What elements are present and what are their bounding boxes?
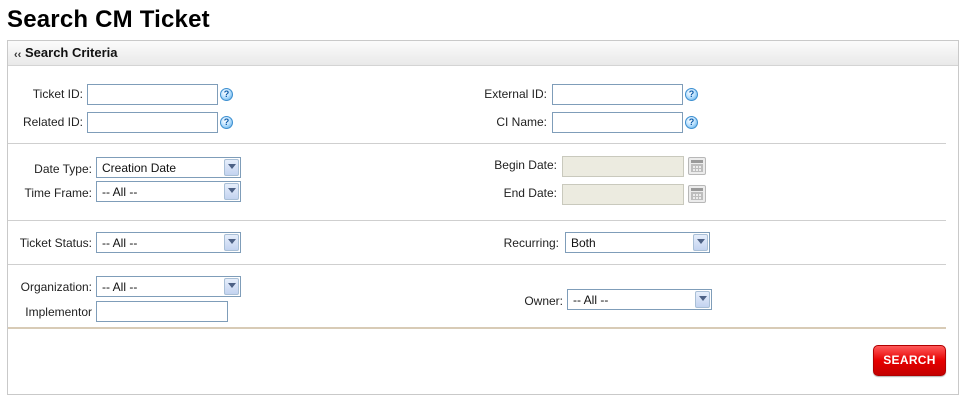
time-frame-select[interactable]: -- All -- (96, 181, 241, 202)
chevron-down-icon[interactable] (224, 278, 239, 295)
recurring-value: Both (571, 236, 596, 250)
section-divider (8, 264, 946, 265)
help-icon[interactable]: ? (220, 116, 233, 129)
date-type-value: Creation Date (102, 161, 177, 175)
end-date-label: End Date: (503, 186, 557, 200)
organization-select[interactable]: -- All -- (96, 276, 241, 297)
ci-name-input[interactable] (552, 112, 683, 133)
recurring-label: Recurring: (503, 236, 559, 250)
implementor-input[interactable] (96, 301, 228, 322)
begin-date-input (562, 156, 684, 177)
organization-value: -- All -- (102, 280, 138, 294)
owner-label: Owner: (524, 294, 563, 308)
begin-date-label: Begin Date: (494, 158, 557, 172)
owner-select[interactable]: -- All -- (567, 289, 712, 310)
ticket-id-label: Ticket ID: (32, 87, 83, 101)
time-frame-value: -- All -- (102, 185, 138, 199)
implementor-label: Implementor (25, 305, 92, 319)
section-divider (8, 220, 946, 221)
ticket-status-select[interactable]: -- All -- (96, 232, 241, 253)
section-divider (8, 327, 946, 329)
chevron-down-icon[interactable] (695, 291, 710, 308)
search-button[interactable]: SEARCH (873, 345, 946, 376)
ticket-status-label: Ticket Status: (19, 236, 92, 250)
ticket-status-value: -- All -- (102, 236, 138, 250)
chevron-down-icon[interactable] (224, 234, 239, 251)
ci-name-label: CI Name: (496, 115, 547, 129)
help-icon[interactable]: ? (220, 88, 233, 101)
collapse-icon[interactable]: ‹‹ (14, 49, 21, 61)
related-id-input[interactable] (87, 112, 218, 133)
chevron-down-icon[interactable] (224, 159, 239, 176)
recurring-select[interactable]: Both (565, 232, 710, 253)
panel-title: Search Criteria (25, 45, 118, 60)
end-date-input (562, 184, 684, 205)
date-type-select[interactable]: Creation Date (96, 157, 241, 178)
time-frame-label: Time Frame: (24, 186, 92, 200)
external-id-input[interactable] (552, 84, 683, 105)
related-id-label: Related ID: (22, 115, 83, 129)
panel-header[interactable]: ‹‹ Search Criteria (8, 41, 958, 66)
chevron-down-icon[interactable] (224, 183, 239, 200)
organization-label: Organization: (20, 280, 92, 294)
help-icon[interactable]: ? (685, 116, 698, 129)
section-divider (8, 143, 946, 144)
ticket-id-input[interactable] (87, 84, 218, 105)
page-title: Search CM Ticket (7, 6, 210, 33)
help-icon[interactable]: ? (685, 88, 698, 101)
calendar-icon[interactable] (688, 185, 706, 203)
chevron-down-icon[interactable] (693, 234, 708, 251)
calendar-icon[interactable] (688, 157, 706, 175)
owner-value: -- All -- (573, 293, 609, 307)
external-id-label: External ID: (484, 87, 547, 101)
date-type-label: Date Type: (34, 162, 92, 176)
